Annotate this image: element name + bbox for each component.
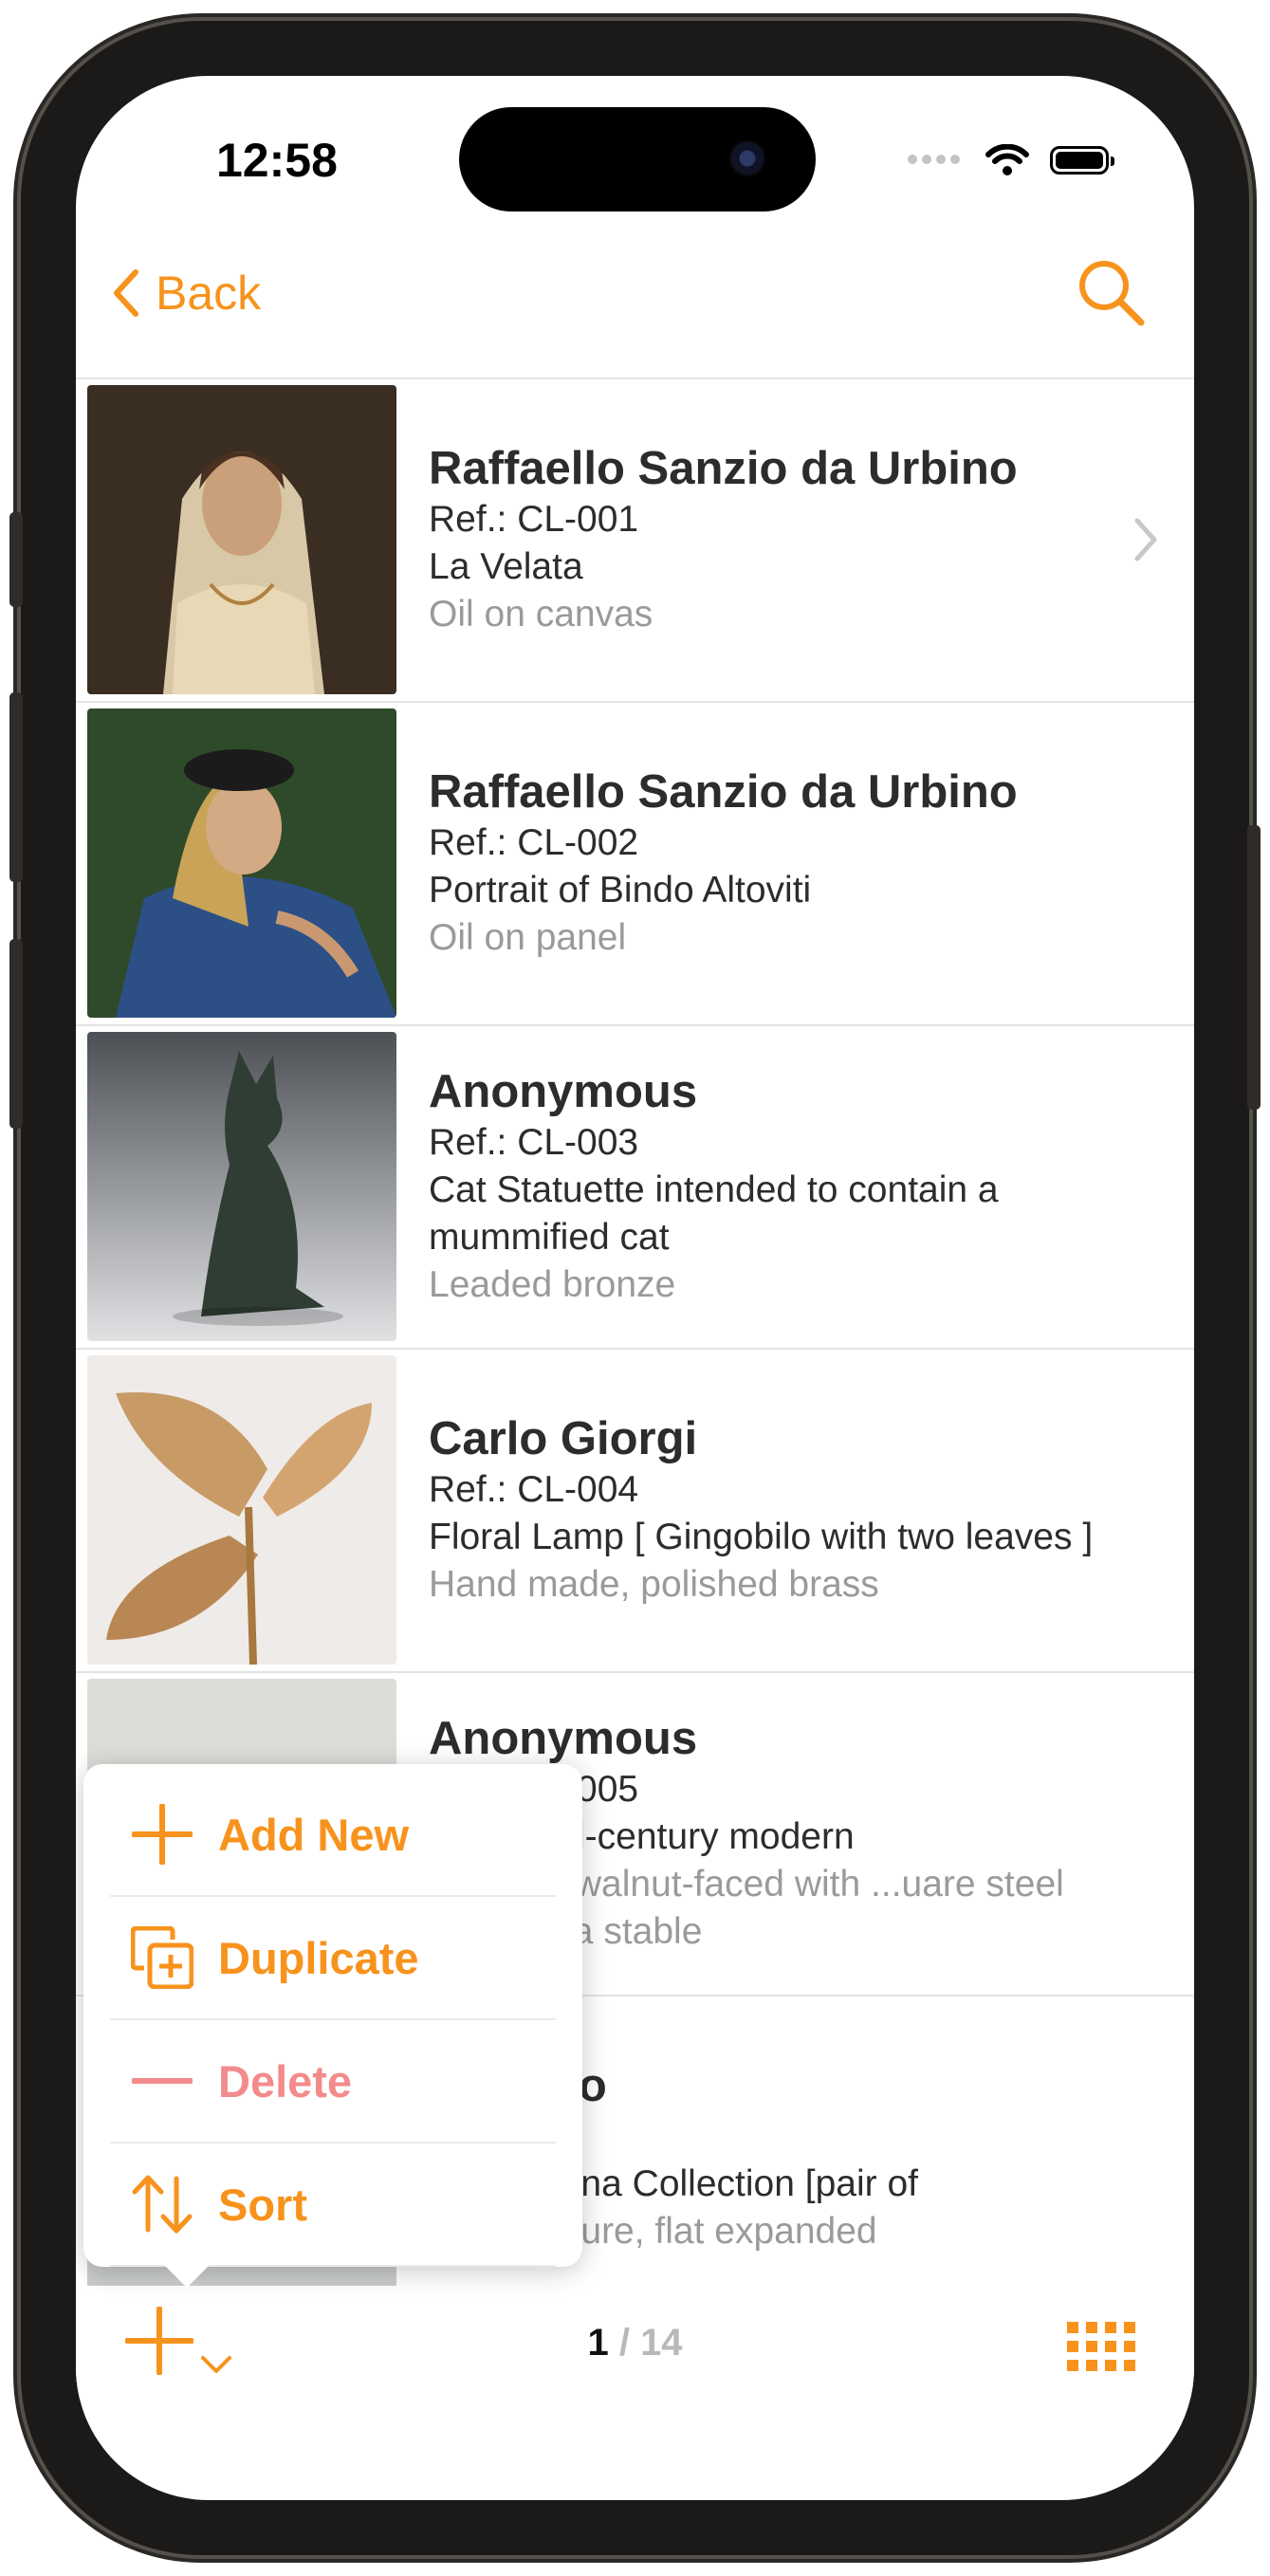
sort-icon <box>129 2171 195 2237</box>
bottom-toolbar: 1 / 14 <box>76 2286 1194 2400</box>
list-item[interactable]: Raffaello Sanzio da Urbino Ref.: CL-002 … <box>76 703 1194 1026</box>
grid-icon <box>1067 2322 1135 2371</box>
volume-up-button <box>9 692 23 882</box>
medium: Hand made, polished brass <box>429 1564 879 1605</box>
action-menu: Add New Duplicate Delete Sort <box>83 1764 582 2288</box>
item-text: Raffaello Sanzio da Urbino Ref.: CL-001 … <box>429 379 1118 701</box>
chevron-right-icon <box>1134 518 1157 561</box>
reference: Ref.: CL-001 <box>429 499 639 540</box>
artwork-title: Cat Statuette intended to contain a mumm… <box>429 1169 999 1258</box>
navigation-bar: Back <box>76 256 1194 379</box>
artwork-title: La Velata <box>429 546 583 587</box>
artist-name: Raffaello Sanzio da Urbino <box>429 443 1018 494</box>
artwork-thumbnail <box>87 708 396 1018</box>
back-button[interactable]: Back <box>112 266 261 321</box>
grid-view-button[interactable] <box>1067 2322 1137 2376</box>
artwork-title: Portrait of Bindo Altoviti <box>429 870 812 911</box>
power-button <box>1247 825 1261 1110</box>
cellular-signal-icon <box>908 152 965 169</box>
item-text: Raffaello Sanzio da Urbino Ref.: CL-002 … <box>429 703 1118 1024</box>
artwork-thumbnail <box>87 1355 396 1665</box>
page-total: 14 <box>640 2322 683 2364</box>
menu-item-sort[interactable]: Sort <box>110 2144 556 2267</box>
artwork-thumbnail <box>87 385 396 694</box>
minus-icon <box>129 2048 195 2114</box>
menu-item-label: Delete <box>218 2055 353 2107</box>
page-separator: / <box>618 2322 630 2364</box>
popover-arrow <box>164 2265 210 2288</box>
artwork-title: Floral Lamp [ Gingobilo with two leaves … <box>429 1517 1094 1557</box>
menu-item-delete[interactable]: Delete <box>110 2020 556 2144</box>
status-icons <box>908 144 1114 176</box>
search-icon <box>1079 261 1145 326</box>
list-item[interactable]: Carlo Giorgi Ref.: CL-004 Floral Lamp [ … <box>76 1350 1194 1673</box>
medium: Oil on panel <box>429 917 627 958</box>
action-button <box>9 512 23 607</box>
list-item[interactable]: Anonymous Ref.: CL-003 Cat Statuette int… <box>76 1026 1194 1350</box>
front-camera <box>728 139 766 177</box>
page-current: 1 <box>587 2322 609 2364</box>
item-text: Anonymous Ref.: CL-003 Cat Statuette int… <box>429 1026 1118 1348</box>
search-button[interactable] <box>1075 256 1147 333</box>
wifi-icon <box>985 144 1029 175</box>
chevron-left-icon <box>114 269 138 317</box>
menu-item-label: Sort <box>218 2179 307 2230</box>
back-label: Back <box>156 267 262 320</box>
menu-item-label: Duplicate <box>218 1932 419 1983</box>
duplicate-icon <box>129 1924 195 1991</box>
plus-icon <box>129 1801 195 1868</box>
item-text: Carlo Giorgi Ref.: CL-004 Floral Lamp [ … <box>429 1350 1118 1671</box>
menu-item-add-new[interactable]: Add New <box>110 1774 556 1897</box>
battery-icon <box>1050 146 1114 175</box>
medium: Oil on canvas <box>429 594 653 635</box>
volume-down-button <box>9 939 23 1129</box>
page-indicator: 1 / 14 <box>76 2322 1194 2364</box>
list-item[interactable]: Raffaello Sanzio da Urbino Ref.: CL-001 … <box>76 379 1194 703</box>
artist-name: Carlo Giorgi <box>429 1413 698 1464</box>
dynamic-island <box>459 107 816 212</box>
artist-name: Anonymous <box>429 1713 698 1764</box>
menu-item-label: Add New <box>218 1809 410 1860</box>
reference: Ref.: CL-004 <box>429 1469 639 1510</box>
artist-name: Anonymous <box>429 1066 698 1117</box>
medium: Leaded bronze <box>429 1264 676 1305</box>
reference: Ref.: CL-002 <box>429 822 639 863</box>
status-time: 12:58 <box>216 134 338 187</box>
menu-item-duplicate[interactable]: Duplicate <box>110 1897 556 2020</box>
artwork-thumbnail <box>87 1032 396 1341</box>
artist-name: Raffaello Sanzio da Urbino <box>429 766 1018 818</box>
screen: 12:58 Back Raffaello Sanzio da Urbino Re… <box>76 76 1194 2500</box>
reference: Ref.: CL-003 <box>429 1122 639 1163</box>
